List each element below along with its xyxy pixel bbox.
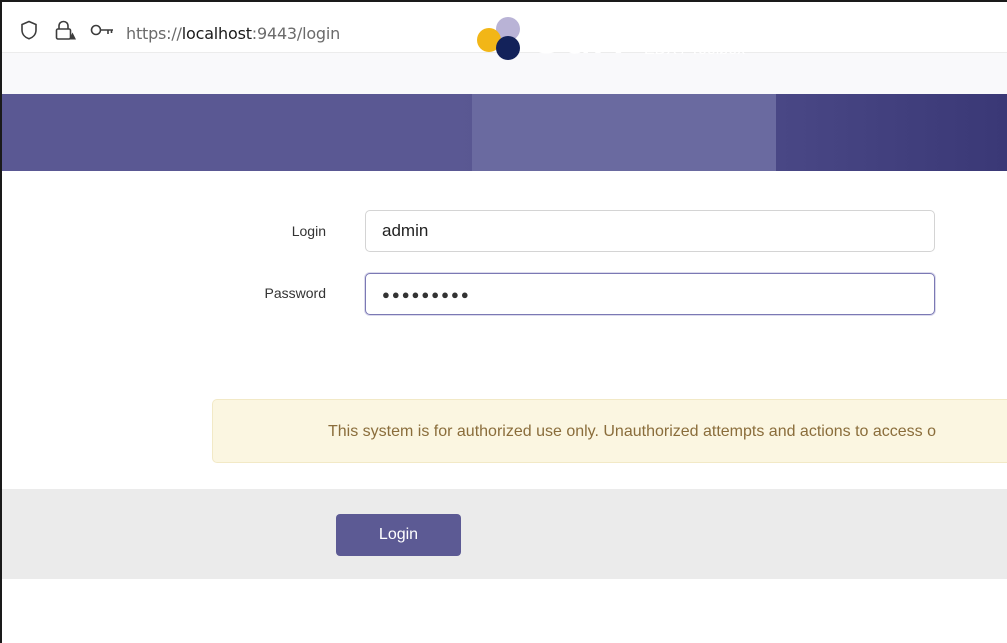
url-text[interactable]: https://localhost:9443/login	[126, 24, 340, 43]
brand-name: edx	[529, 7, 625, 65]
authorization-notice: This system is for authorized use only. …	[212, 399, 1007, 463]
edx-logo-icon	[472, 12, 526, 71]
notice-text: This system is for authorized use only. …	[328, 423, 936, 440]
lock-warning-icon[interactable]	[54, 20, 76, 45]
shield-icon[interactable]	[20, 20, 38, 45]
url-host: localhost	[181, 24, 252, 43]
password-input[interactable]: ●●●●●●●●●	[365, 273, 935, 315]
brand-block	[472, 94, 776, 171]
password-label: Password	[264, 285, 326, 301]
key-icon[interactable]	[90, 23, 114, 42]
login-input[interactable]: admin	[365, 210, 935, 252]
url-path: :9443/login	[251, 24, 341, 43]
login-label: Login	[291, 223, 326, 239]
login-button[interactable]: Login	[336, 514, 461, 556]
brand-subtitle: EDX / Toolbox	[644, 41, 746, 58]
password-mask: ●●●●●●●●●	[382, 287, 471, 302]
app-header	[2, 94, 1007, 171]
url-scheme: https://	[126, 24, 182, 43]
login-value: admin	[382, 221, 429, 240]
form-actions-bar	[2, 489, 1007, 579]
